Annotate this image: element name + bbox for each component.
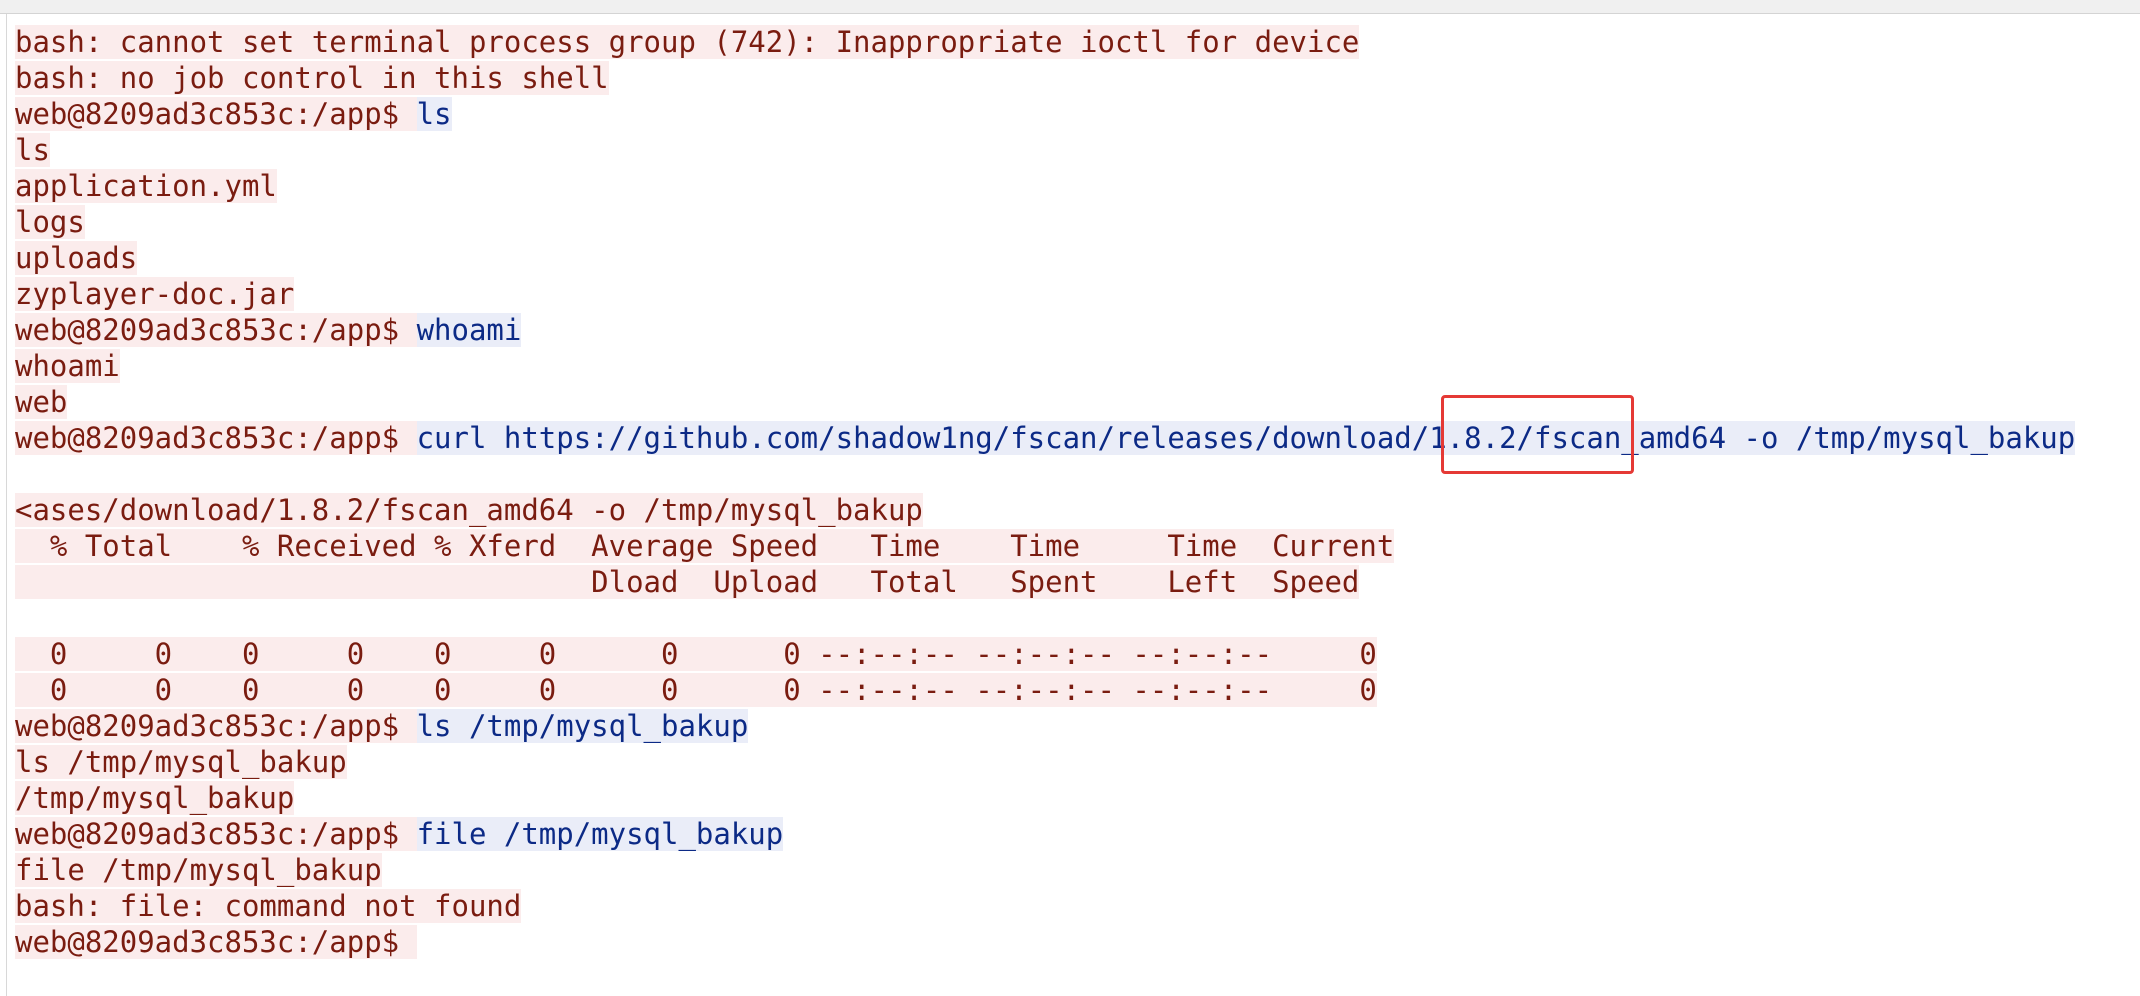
terminal-command-line: web@8209ad3c853c:/app$ xyxy=(15,924,2125,960)
terminal-output-line: bash: cannot set terminal process group … xyxy=(15,24,2125,60)
terminal-output-line: zyplayer-doc.jar xyxy=(15,276,2125,312)
output-text: bash: cannot set terminal process group … xyxy=(15,25,1360,59)
terminal-output-line: application.yml xyxy=(15,168,2125,204)
shell-command: file /tmp/mysql_bakup xyxy=(416,817,784,851)
output-text: application.yml xyxy=(15,169,277,203)
terminal-command-line: web@8209ad3c853c:/app$ curl https://gith… xyxy=(15,420,2125,456)
output-text: 0 0 0 0 0 0 0 0 --:--:-- --:--:-- --:--:… xyxy=(15,673,1377,707)
shell-command: ls xyxy=(416,97,452,131)
terminal-output-line: whoami xyxy=(15,348,2125,384)
terminal-output-line: bash: file: command not found xyxy=(15,888,2125,924)
shell-command: ls /tmp/mysql_bakup xyxy=(416,709,749,743)
output-text: whoami xyxy=(15,349,120,383)
terminal-command-line: web@8209ad3c853c:/app$ ls /tmp/mysql_bak… xyxy=(15,708,2125,744)
window-top-border xyxy=(0,0,2140,14)
output-text: web xyxy=(15,385,68,419)
output-text: bash: no job control in this shell xyxy=(15,61,609,95)
output-text: Dload Upload Total Spent Left Speed xyxy=(15,565,1360,599)
shell-command: curl https://github.com/shadow1ng/fscan/… xyxy=(416,421,2076,455)
output-text: % Total % Received % Xferd Average Speed… xyxy=(15,529,1395,563)
output-text: /tmp/mysql_bakup xyxy=(15,781,295,815)
terminal-output-line: uploads xyxy=(15,240,2125,276)
output-text: 0 0 0 0 0 0 0 0 --:--:-- --:--:-- --:--:… xyxy=(15,637,1377,671)
terminal-output-line: 0 0 0 0 0 0 0 0 --:--:-- --:--:-- --:--:… xyxy=(15,636,2125,672)
output-text: file /tmp/mysql_bakup xyxy=(15,853,382,887)
terminal-command-line: web@8209ad3c853c:/app$ ls xyxy=(15,96,2125,132)
terminal-output-line: logs xyxy=(15,204,2125,240)
terminal-output-line: file /tmp/mysql_bakup xyxy=(15,852,2125,888)
shell-prompt: web@8209ad3c853c:/app$ xyxy=(15,421,417,455)
terminal-output-line: ls /tmp/mysql_bakup xyxy=(15,744,2125,780)
screenshot-viewport: bash: cannot set terminal process group … xyxy=(0,0,2140,996)
shell-prompt: web@8209ad3c853c:/app$ xyxy=(15,709,417,743)
terminal-command-line: web@8209ad3c853c:/app$ file /tmp/mysql_b… xyxy=(15,816,2125,852)
terminal-output-line: Dload Upload Total Spent Left Speed xyxy=(15,564,2125,600)
terminal-output-line: bash: no job control in this shell xyxy=(15,60,2125,96)
terminal-output[interactable]: bash: cannot set terminal process group … xyxy=(15,24,2125,960)
output-text: ls /tmp/mysql_bakup xyxy=(15,745,347,779)
output-text: zyplayer-doc.jar xyxy=(15,277,295,311)
output-text: bash: file: command not found xyxy=(15,889,522,923)
output-text: ls xyxy=(15,133,50,167)
shell-prompt: web@8209ad3c853c:/app$ xyxy=(15,97,417,131)
terminal-output-line: 0 0 0 0 0 0 0 0 --:--:-- --:--:-- --:--:… xyxy=(15,672,2125,708)
terminal-output-line: web xyxy=(15,384,2125,420)
terminal-output-line: /tmp/mysql_bakup xyxy=(15,780,2125,816)
output-text: <ases/download/1.8.2/fscan_amd64 -o /tmp… xyxy=(15,493,923,527)
terminal-output-line: % Total % Received % Xferd Average Speed… xyxy=(15,528,2125,564)
output-text: uploads xyxy=(15,241,138,275)
terminal-command-line: web@8209ad3c853c:/app$ whoami xyxy=(15,312,2125,348)
shell-prompt: web@8209ad3c853c:/app$ xyxy=(15,313,417,347)
terminal-output-line: <ases/download/1.8.2/fscan_amd64 -o /tmp… xyxy=(15,492,2125,528)
terminal-output-line: ls xyxy=(15,132,2125,168)
shell-command: whoami xyxy=(416,313,522,347)
window-left-border xyxy=(6,14,7,996)
shell-prompt: web@8209ad3c853c:/app$ xyxy=(15,817,417,851)
output-text: logs xyxy=(15,205,85,239)
shell-prompt: web@8209ad3c853c:/app$ xyxy=(15,925,417,959)
